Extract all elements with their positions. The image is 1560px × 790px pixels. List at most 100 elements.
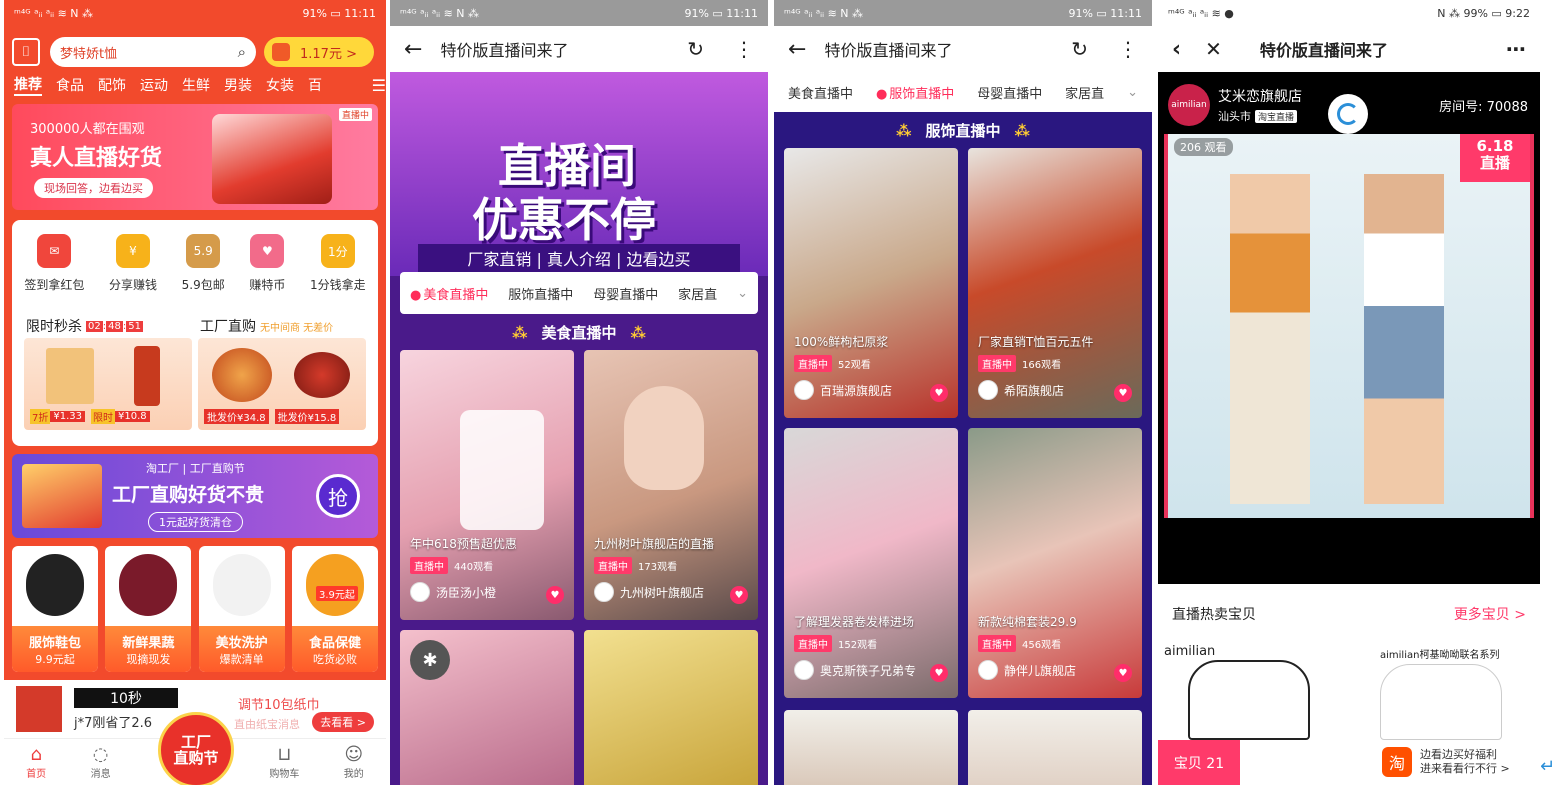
- live-badge: 直播中: [794, 355, 832, 372]
- live-card[interactable]: [784, 710, 958, 785]
- live-card[interactable]: 了解理发器卷发棒进场 直播中 152观看 奥克斯筷子兄弟专 ♥: [784, 428, 958, 698]
- go-see-button[interactable]: 去看看 >: [312, 712, 374, 732]
- category-tile[interactable]: 美妆洗护 爆款清单: [198, 546, 285, 672]
- coin-button[interactable]: 1.17元 >: [264, 37, 374, 67]
- live-card[interactable]: ✱: [400, 630, 574, 785]
- search-input[interactable]: 梦特娇t恤 ⌕: [50, 37, 256, 67]
- live-card[interactable]: 新款纯棉套装29.9 直播中 456观看 静伴儿旗舰店 ♥: [968, 428, 1142, 698]
- category-tab[interactable]: 运动: [140, 75, 168, 95]
- flash-sale-products[interactable]: 7折 ¥1.33 限时 ¥10.8: [24, 338, 192, 430]
- taobao-icon: 淘: [1382, 747, 1412, 777]
- quick-action[interactable]: 5.9 5.9包邮: [182, 234, 225, 293]
- card-shop: 九州树叶旗舰店: [594, 582, 704, 602]
- chevron-down-icon[interactable]: ⌄: [737, 286, 748, 301]
- tile-image: [305, 554, 364, 616]
- category-tab[interactable]: 食品: [56, 75, 84, 95]
- live-tab[interactable]: 美食直播中: [788, 83, 853, 102]
- back-arrow-icon[interactable]: ←: [404, 37, 422, 62]
- category-tab[interactable]: 女装: [266, 75, 294, 95]
- product-item[interactable]: aimilian柯基呦呦联名系列: [1352, 640, 1540, 740]
- scan-icon[interactable]: ⌷: [12, 38, 40, 66]
- live-tab[interactable]: 家居直: [1065, 83, 1104, 102]
- live-tab[interactable]: ● 美食直播中: [410, 284, 488, 303]
- category-tab[interactable]: 男装: [224, 75, 252, 95]
- heart-icon[interactable]: ♥: [1114, 664, 1132, 682]
- taobao-promo[interactable]: 淘 边看边买好福利 进来看看行不行 >: [1382, 742, 1540, 782]
- hero-banner: 直播间 优惠不停 厂家直销 | 真人介绍 | 边看边买: [390, 72, 768, 276]
- heart-icon[interactable]: ♥: [730, 586, 748, 604]
- more-items-link[interactable]: 更多宝贝 >: [1454, 604, 1526, 624]
- category-tab[interactable]: 配饰: [98, 75, 126, 95]
- back-arrow-icon[interactable]: ←: [788, 37, 806, 62]
- quick-action[interactable]: ✉ 签到拿红包: [24, 234, 84, 293]
- item-count-button[interactable]: 宝贝 21: [1158, 740, 1240, 785]
- category-tile[interactable]: 食品保健 吃货必败 3.9元起: [291, 546, 378, 672]
- quick-action[interactable]: 1分 1分钱拿走: [310, 234, 366, 293]
- category-tab[interactable]: 生鲜: [182, 75, 210, 95]
- section-title: 服饰直播中: [925, 122, 1001, 140]
- grab-button[interactable]: 抢: [316, 474, 360, 518]
- product-item[interactable]: aimilian: [1158, 640, 1348, 740]
- factory-promo-banner[interactable]: 淘工厂 | 工厂直购节 工厂直购好货不贵 1元起好货清仓 抢: [12, 454, 378, 538]
- countdown-seconds: 51: [126, 320, 143, 332]
- back-chevron-icon[interactable]: ‹: [1172, 37, 1181, 62]
- chevron-down-icon[interactable]: ⌄: [1127, 85, 1138, 100]
- discount-tag: 7折: [30, 409, 51, 424]
- live-tab[interactable]: 家居直: [678, 284, 717, 303]
- live-tab-label: 母婴直播中: [977, 86, 1043, 102]
- nav-cart[interactable]: ⊔ 购物车: [269, 744, 299, 780]
- nav-profile[interactable]: ☺ 我的: [344, 744, 364, 780]
- category-tile[interactable]: 新鲜果蔬 现摘现发: [105, 546, 192, 672]
- live-banner[interactable]: 300000人都在围观 真人直播好货 现场回答，边看边买 直播中: [12, 104, 378, 210]
- live-card[interactable]: 九州树叶旗舰店的直播 直播中 173观看 九州树叶旗舰店 ♥: [584, 350, 758, 620]
- nav-messages[interactable]: ◌ 消息: [91, 744, 111, 780]
- live-tab[interactable]: 服饰直播中: [508, 284, 573, 303]
- refresh-icon[interactable]: ↻: [687, 37, 704, 61]
- more-vertical-icon[interactable]: ⋮: [734, 37, 754, 61]
- heart-icon[interactable]: ♥: [1114, 384, 1132, 402]
- live-tab[interactable]: 母婴直播中: [593, 284, 658, 303]
- avatar: [594, 582, 614, 602]
- ticker-text-secondary: 直由纸宝消息: [234, 718, 300, 731]
- ticker-counter: 10秒: [74, 688, 178, 708]
- live-tab-label: 家居直: [1065, 86, 1105, 102]
- category-tab[interactable]: 百: [308, 75, 322, 95]
- bug-icon: ✱: [410, 640, 450, 680]
- live-tab[interactable]: ● 服饰直播中: [876, 83, 954, 102]
- live-card[interactable]: 年中618预售超优惠 直播中 440观看 汤臣汤小橙 ♥: [400, 350, 574, 620]
- card-title: 厂家直销T恤百元五件: [978, 335, 1094, 349]
- nav-home[interactable]: ⌂ 首页: [26, 744, 46, 780]
- more-horizontal-icon[interactable]: ⋯: [1506, 37, 1526, 61]
- wholesale-price: 批发价¥34.8: [204, 409, 269, 424]
- live-tab[interactable]: 母婴直播中: [977, 83, 1042, 102]
- banner-viewers: 300000人都在围观: [30, 122, 145, 137]
- card-meta: 直播中 52观看: [794, 355, 871, 372]
- hot-items-title: 直播热卖宝贝: [1172, 607, 1256, 623]
- video-player[interactable]: aimilian 艾米恋旗舰店 汕头市 淘宝直播 房间号: 70088 206 …: [1158, 72, 1540, 584]
- heart-icon[interactable]: ♥: [546, 586, 564, 604]
- factory-header[interactable]: 工厂直购 无中间商 无差价: [200, 316, 333, 336]
- avatar: [978, 380, 998, 400]
- promo-headline: 工厂直购好货不贵: [112, 484, 265, 506]
- category-tile[interactable]: 服饰鞋包 9.9元起: [12, 546, 98, 672]
- live-card[interactable]: 100%鲜枸杞原浆 直播中 52观看 百瑞源旗舰店 ♥: [784, 148, 958, 418]
- search-icon[interactable]: ⌕: [238, 43, 246, 61]
- live-card[interactable]: 厂家直销T恤百元五件 直播中 166观看 希陌旗舰店 ♥: [968, 148, 1142, 418]
- factory-products[interactable]: 批发价¥34.8 批发价¥15.8: [198, 338, 366, 430]
- factory-fab[interactable]: 工厂 直购节: [158, 712, 234, 785]
- heart-icon[interactable]: ♥: [930, 384, 948, 402]
- menu-icon[interactable]: ☰: [372, 76, 386, 95]
- avatar: [794, 660, 814, 680]
- quick-action[interactable]: ¥ 分享赚钱: [109, 234, 157, 293]
- more-vertical-icon[interactable]: ⋮: [1118, 37, 1138, 61]
- refresh-icon[interactable]: ↻: [1071, 37, 1088, 61]
- category-tab[interactable]: 推荐: [14, 74, 42, 96]
- flash-sale-header[interactable]: 限时秒杀 02 : 48 : 51: [26, 316, 143, 336]
- quick-action-label: 5.9包邮: [181, 278, 225, 292]
- quick-action[interactable]: ♥ 赚特币: [249, 234, 285, 293]
- card-title: 100%鲜枸杞原浆: [794, 335, 889, 349]
- live-card[interactable]: [584, 630, 758, 785]
- heart-icon[interactable]: ♥: [930, 664, 948, 682]
- close-icon[interactable]: ✕: [1205, 37, 1222, 61]
- live-card[interactable]: [968, 710, 1142, 785]
